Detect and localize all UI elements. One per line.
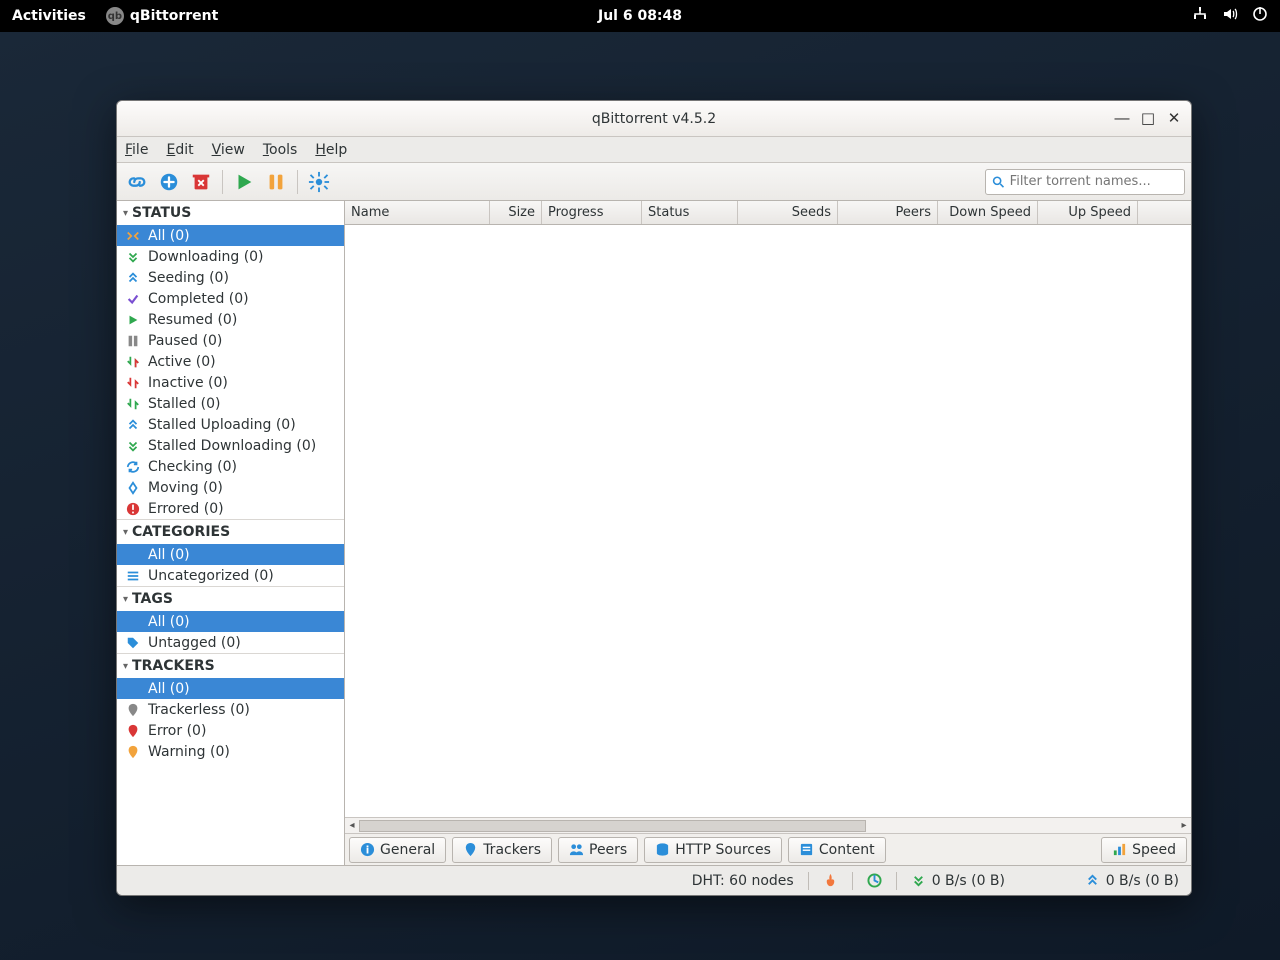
volume-icon[interactable] xyxy=(1222,6,1238,26)
tab-http-sources[interactable]: HTTP Sources xyxy=(644,837,782,863)
tab-peers[interactable]: Peers xyxy=(558,837,638,863)
section-trackers[interactable]: ▾TRACKERS xyxy=(117,653,344,678)
filter-paused[interactable]: Paused (0) xyxy=(117,330,344,351)
filter-downloading[interactable]: Downloading (0) xyxy=(117,246,344,267)
filter-sidebar: ▾STATUS All (0) Downloading (0) Seeding … xyxy=(117,201,345,865)
activities-button[interactable]: Activities xyxy=(12,8,86,24)
filter-all[interactable]: All (0) xyxy=(117,225,344,246)
table-header: Name Size Progress Status Seeds Peers Do… xyxy=(345,201,1191,225)
network-icon[interactable] xyxy=(1192,6,1208,26)
svg-text:i: i xyxy=(366,844,370,856)
gnome-topbar: Activities qb qBittorrent Jul 6 08:48 xyxy=(0,0,1280,32)
torrent-list[interactable] xyxy=(345,225,1191,817)
taskbar-app[interactable]: qb qBittorrent xyxy=(106,7,218,25)
add-torrent-button[interactable] xyxy=(155,168,183,196)
pause-button[interactable] xyxy=(262,168,290,196)
col-peers[interactable]: Peers xyxy=(838,201,938,224)
filter-stalled-downloading[interactable]: Stalled Downloading (0) xyxy=(117,435,344,456)
filter-moving[interactable]: Moving (0) xyxy=(117,477,344,498)
toolbar xyxy=(117,163,1191,201)
delete-button[interactable] xyxy=(187,168,215,196)
firewall-icon[interactable] xyxy=(823,873,838,888)
search-icon xyxy=(992,175,1005,189)
resume-button[interactable] xyxy=(230,168,258,196)
upload-rate[interactable]: 0 B/s (0 B) xyxy=(1085,873,1179,889)
filter-active[interactable]: Active (0) xyxy=(117,351,344,372)
tag-untagged[interactable]: Untagged (0) xyxy=(117,632,344,653)
tracker-all[interactable]: All (0) xyxy=(117,678,344,699)
tab-general[interactable]: iGeneral xyxy=(349,837,446,863)
maximize-button[interactable]: □ xyxy=(1139,109,1157,127)
tracker-trackerless[interactable]: Trackerless (0) xyxy=(117,699,344,720)
menu-view[interactable]: View xyxy=(212,142,245,158)
section-categories[interactable]: ▾CATEGORIES xyxy=(117,519,344,544)
torrent-list-pane: Name Size Progress Status Seeds Peers Do… xyxy=(345,201,1191,865)
filter-seeding[interactable]: Seeding (0) xyxy=(117,267,344,288)
download-rate[interactable]: 0 B/s (0 B) xyxy=(911,873,1071,889)
tag-all[interactable]: All (0) xyxy=(117,611,344,632)
qbittorrent-window: qBittorrent v4.5.2 ― □ ✕ File Edit View … xyxy=(116,100,1192,896)
filter-completed[interactable]: Completed (0) xyxy=(117,288,344,309)
col-up-speed[interactable]: Up Speed xyxy=(1038,201,1138,224)
col-status[interactable]: Status xyxy=(642,201,738,224)
settings-button[interactable] xyxy=(305,168,333,196)
filter-stalled-uploading[interactable]: Stalled Uploading (0) xyxy=(117,414,344,435)
detail-tabs: iGeneral Trackers Peers HTTP Sources Con… xyxy=(345,833,1191,865)
filter-search[interactable] xyxy=(985,169,1185,195)
tab-speed[interactable]: Speed xyxy=(1101,837,1187,863)
tab-trackers[interactable]: Trackers xyxy=(452,837,552,863)
section-tags[interactable]: ▾TAGS xyxy=(117,586,344,611)
qbittorrent-icon: qb xyxy=(106,7,124,25)
category-all[interactable]: All (0) xyxy=(117,544,344,565)
dht-status[interactable]: DHT: 60 nodes xyxy=(692,873,794,889)
alt-speed-icon[interactable] xyxy=(867,873,882,888)
tab-content[interactable]: Content xyxy=(788,837,886,863)
col-name[interactable]: Name xyxy=(345,201,490,224)
filter-stalled[interactable]: Stalled (0) xyxy=(117,393,344,414)
menu-edit[interactable]: Edit xyxy=(166,142,193,158)
filter-inactive[interactable]: Inactive (0) xyxy=(117,372,344,393)
menu-tools[interactable]: Tools xyxy=(263,142,298,158)
col-size[interactable]: Size xyxy=(490,201,542,224)
section-status[interactable]: ▾STATUS xyxy=(117,201,344,225)
menu-help[interactable]: Help xyxy=(315,142,347,158)
horizontal-scrollbar[interactable]: ◂▸ xyxy=(345,817,1191,833)
col-down-speed[interactable]: Down Speed xyxy=(938,201,1038,224)
add-link-button[interactable] xyxy=(123,168,151,196)
filter-resumed[interactable]: Resumed (0) xyxy=(117,309,344,330)
menubar: File Edit View Tools Help xyxy=(117,137,1191,163)
clock[interactable]: Jul 6 08:48 xyxy=(598,8,682,24)
minimize-button[interactable]: ― xyxy=(1113,109,1131,127)
window-title: qBittorrent v4.5.2 xyxy=(592,111,716,127)
menu-file[interactable]: File xyxy=(125,142,148,158)
power-icon[interactable] xyxy=(1252,6,1268,26)
statusbar: DHT: 60 nodes 0 B/s (0 B) 0 B/s (0 B) xyxy=(117,865,1191,895)
titlebar[interactable]: qBittorrent v4.5.2 ― □ ✕ xyxy=(117,101,1191,137)
close-button[interactable]: ✕ xyxy=(1165,109,1183,127)
filter-checking[interactable]: Checking (0) xyxy=(117,456,344,477)
col-seeds[interactable]: Seeds xyxy=(738,201,838,224)
category-uncategorized[interactable]: Uncategorized (0) xyxy=(117,565,344,586)
filter-input[interactable] xyxy=(1010,174,1178,189)
col-progress[interactable]: Progress xyxy=(542,201,642,224)
tracker-warning[interactable]: Warning (0) xyxy=(117,741,344,762)
filter-errored[interactable]: Errored (0) xyxy=(117,498,344,519)
tracker-error[interactable]: Error (0) xyxy=(117,720,344,741)
